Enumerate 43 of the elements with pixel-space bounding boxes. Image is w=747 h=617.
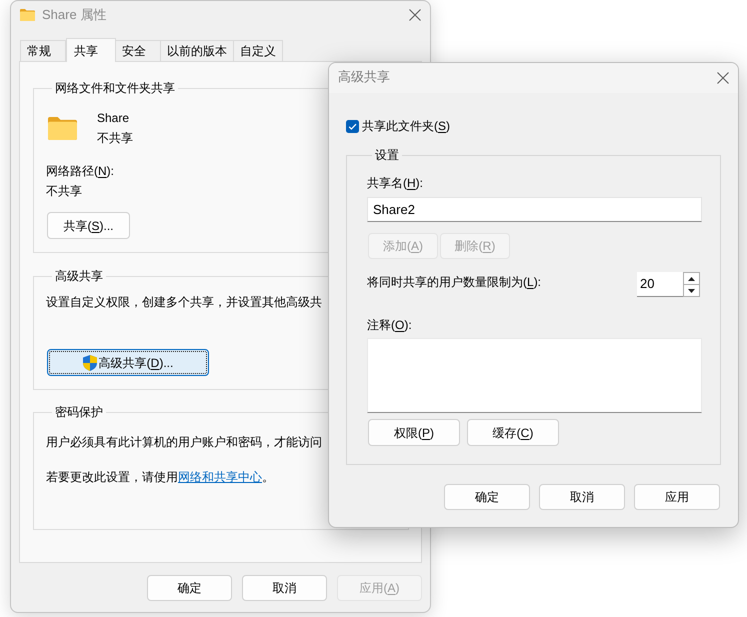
group-title: 网络文件和文件夹共享 (54, 80, 176, 96)
action-button[interactable]: 权限(P) (368, 419, 460, 446)
description-text: 用户必须具有此计算机的用户账户和密码，才能访问 (46, 434, 322, 450)
tab[interactable]: 常规 (20, 40, 66, 62)
text-input[interactable]: Share2 (367, 197, 702, 222)
field-label: 共享名(H): (367, 175, 424, 191)
comment-field[interactable] (367, 338, 702, 413)
network-sharing-center-link[interactable]: 网络和共享中心 (178, 470, 262, 484)
folder-icon (48, 117, 77, 140)
checkbox-label[interactable]: 共享此文件夹(S) (362, 118, 450, 134)
share-button[interactable]: 共享(S)... (47, 212, 130, 239)
field-label: 网络路径(N): (46, 163, 114, 179)
group-title: 高级共享 (54, 268, 104, 284)
folder-icon (20, 8, 35, 20)
advanced-sharing-button[interactable]: 高级共享(D)... (47, 349, 209, 376)
dialog-button[interactable]: 确定 (444, 484, 530, 510)
shield-icon (82, 354, 97, 370)
number-input[interactable]: 20 (637, 272, 683, 297)
spin-up-button[interactable] (683, 272, 700, 285)
window-title: Share 属性 (42, 6, 106, 22)
tab[interactable]: 自定义 (233, 40, 283, 62)
dialog-button[interactable]: 取消 (539, 484, 625, 510)
window-title: 高级共享 (338, 69, 390, 85)
spin-down-button[interactable] (683, 285, 700, 297)
up-triangle-icon (688, 276, 695, 280)
close-icon[interactable] (409, 8, 421, 20)
group-title: 设置 (374, 147, 400, 163)
tab[interactable]: 共享 (66, 38, 116, 62)
checkbox[interactable] (346, 120, 359, 132)
close-icon[interactable] (717, 72, 729, 84)
down-triangle-icon (688, 288, 695, 292)
field-label: 将同时共享的用户数量限制为(L): (367, 274, 542, 290)
share-status: 不共享 (97, 130, 133, 146)
folder-name: Share (97, 110, 130, 126)
group-title: 密码保护 (54, 404, 104, 420)
dialog-button[interactable]: 应用 (634, 484, 720, 510)
dialog-button[interactable]: 确定 (147, 575, 232, 601)
instruction-text: 若要更改此设置，请使用网络和共享中心。 (46, 469, 274, 485)
field-value: 不共享 (46, 183, 82, 199)
dialog-button[interactable]: 取消 (242, 575, 327, 601)
description-text: 设置自定义权限，创建多个共享，并设置其他高级共 (46, 294, 322, 310)
field-label: 注释(O): (367, 317, 412, 333)
action-button[interactable]: 缓存(C) (467, 419, 559, 446)
